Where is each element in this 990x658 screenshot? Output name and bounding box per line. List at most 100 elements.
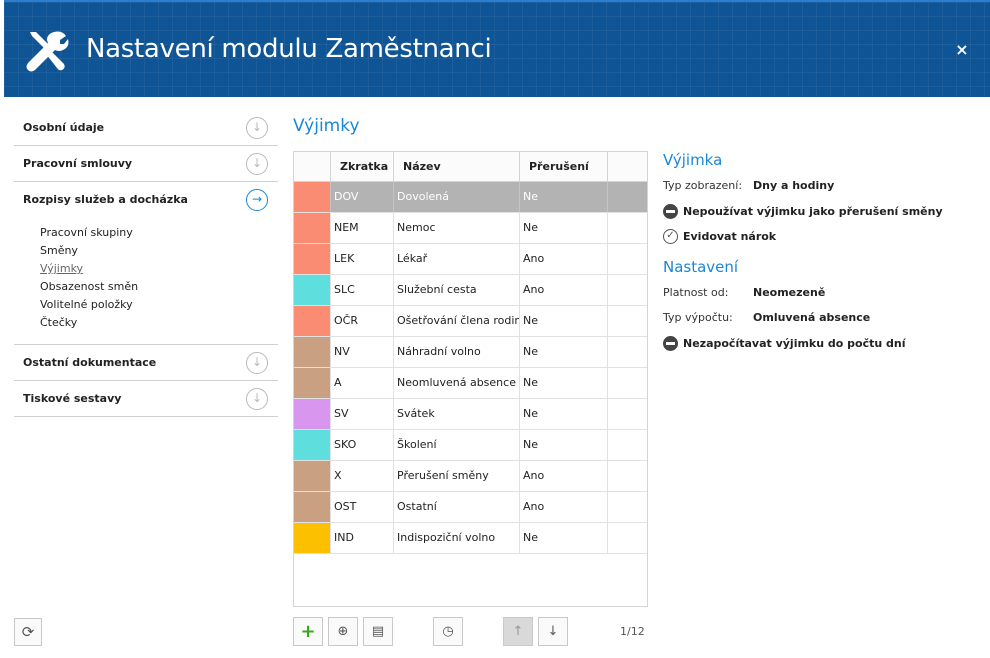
circle-arrow-down-icon: ↓ xyxy=(246,352,268,374)
color-swatch xyxy=(294,244,331,274)
color-swatch xyxy=(294,461,331,491)
table-row[interactable]: A Neomluvená absence Ne xyxy=(294,368,647,399)
color-swatch xyxy=(294,275,331,305)
cell-spacer xyxy=(608,306,647,336)
move-up-button[interactable]: ↑ xyxy=(503,617,533,646)
arrow-down-icon: ↓ xyxy=(547,624,559,639)
cell-code: LEK xyxy=(331,244,394,274)
column-header-code[interactable]: Zkratka xyxy=(331,152,394,181)
flag-claim-label: Evidovat nárok xyxy=(683,230,777,243)
cell-break: Ano xyxy=(520,461,608,491)
sidebar-item-rozpisy[interactable]: Rozpisy služeb a docházka → xyxy=(14,182,278,218)
flag-claim: ✓ Evidovat nárok xyxy=(663,229,983,244)
cell-spacer xyxy=(608,244,647,274)
table-row[interactable]: OST Ostatní Ano xyxy=(294,492,647,523)
cell-name: Neomluvená absence xyxy=(394,368,520,398)
table-row[interactable]: LEK Lékař Ano xyxy=(294,244,647,275)
table-row[interactable]: NV Náhradní volno Ne xyxy=(294,337,647,368)
valid-from-value: Neomezeně xyxy=(753,286,826,299)
cell-name: Náhradní volno xyxy=(394,337,520,367)
sidebar-item-osobni-udaje[interactable]: Osobní údaje ↓ xyxy=(14,110,278,146)
column-header-name[interactable]: Název xyxy=(394,152,520,181)
cell-break: Ne xyxy=(520,306,608,336)
cell-name: Svátek xyxy=(394,399,520,429)
valid-from-row: Platnost od: Neomezeně xyxy=(663,286,983,300)
cell-spacer xyxy=(608,399,647,429)
sidebar-subitems: Pracovní skupiny Směny Výjimky Obsazenos… xyxy=(14,218,278,345)
cell-spacer xyxy=(608,430,647,460)
cell-break: Ne xyxy=(520,213,608,243)
flag-no-break-label: Nepoužívat výjimku jako přerušení směny xyxy=(683,205,943,218)
cell-code: NEM xyxy=(331,213,394,243)
sidebar-item-ostatni-dokumentace[interactable]: Ostatní dokumentace ↓ xyxy=(14,345,278,381)
color-swatch xyxy=(294,306,331,336)
add-button[interactable]: + xyxy=(293,617,323,646)
detail-title-exception: Výjimka xyxy=(663,151,723,169)
valid-from-label: Platnost od: xyxy=(663,286,729,299)
color-swatch xyxy=(294,213,331,243)
minus-circle-icon xyxy=(663,204,678,219)
sidebar-item-label: Osobní údaje xyxy=(23,121,105,134)
cell-name: Indispoziční volno xyxy=(394,523,520,553)
display-type-row: Typ zobrazení: Dny a hodiny xyxy=(663,179,983,193)
clock-plus-icon: ⊕ xyxy=(337,624,349,639)
circle-arrow-down-icon: ↓ xyxy=(246,388,268,410)
document-icon: ▤ xyxy=(371,624,385,639)
title-bar: Nastavení modulu Zaměstnanci × xyxy=(4,0,990,97)
edit-button[interactable]: ▤ xyxy=(363,617,393,646)
column-header-break[interactable]: Přerušení xyxy=(520,152,608,181)
exceptions-table: Zkratka Název Přerušení DOV Dovolená Ne NEM… xyxy=(293,151,648,607)
cell-code: SV xyxy=(331,399,394,429)
sidebar-subitem-volitelne-polozky[interactable]: Volitelné položky xyxy=(40,296,278,314)
cell-name: Nemoc xyxy=(394,213,520,243)
table-row[interactable]: IND Indispoziční volno Ne xyxy=(294,523,647,554)
table-row[interactable]: SV Svátek Ne xyxy=(294,399,647,430)
cell-name: Lékař xyxy=(394,244,520,274)
color-swatch xyxy=(294,492,331,522)
add-time-button[interactable]: ⊕ xyxy=(328,617,358,646)
table-row[interactable]: SKO Školení Ne xyxy=(294,430,647,461)
sidebar: Osobní údaje ↓ Pracovní smlouvy ↓ Rozpis… xyxy=(14,110,278,417)
cell-code: SLC xyxy=(331,275,394,305)
refresh-button[interactable]: ⟳ xyxy=(14,618,42,646)
sidebar-subitem-smeny[interactable]: Směny xyxy=(40,242,278,260)
section-title: Výjimky xyxy=(293,116,360,136)
color-swatch xyxy=(294,523,331,553)
sidebar-item-pracovni-smlouvy[interactable]: Pracovní smlouvy ↓ xyxy=(14,146,278,182)
flag-no-days: Nezapočítavat výjimku do počtu dní xyxy=(663,336,983,351)
cell-name: Školení xyxy=(394,430,520,460)
cell-name: Dovolená xyxy=(394,182,520,212)
detail-panel: Výjimka Typ zobrazení: Dny a hodiny Nepo… xyxy=(663,151,983,361)
table-row[interactable]: NEM Nemoc Ne xyxy=(294,213,647,244)
cell-name: Ostatní xyxy=(394,492,520,522)
calc-type-row: Typ výpočtu: Omluvená absence xyxy=(663,311,983,325)
table-row[interactable]: DOV Dovolená Ne xyxy=(294,182,647,213)
page-title: Nastavení modulu Zaměstnanci xyxy=(86,34,492,64)
cell-break: Ano xyxy=(520,275,608,305)
flag-no-days-label: Nezapočítavat výjimku do počtu dní xyxy=(683,337,906,350)
cell-code: OČR xyxy=(331,306,394,336)
move-down-button[interactable]: ↓ xyxy=(538,617,568,646)
cell-break: Ne xyxy=(520,430,608,460)
close-button[interactable]: × xyxy=(952,40,972,60)
plus-icon: + xyxy=(300,621,316,642)
sidebar-subitem-obsazenost-smen[interactable]: Obsazenost směn xyxy=(40,278,278,296)
sidebar-item-label: Rozpisy služeb a docházka xyxy=(23,193,188,206)
sidebar-subitem-vyjimky[interactable]: Výjimky xyxy=(40,260,278,278)
cell-break: Ne xyxy=(520,399,608,429)
detail-title-settings: Nastavení xyxy=(663,258,739,276)
calc-type-label: Typ výpočtu: xyxy=(663,311,733,324)
sidebar-subitem-ctecky[interactable]: Čtečky xyxy=(40,314,278,332)
table-row[interactable]: SLC Služební cesta Ano xyxy=(294,275,647,306)
sidebar-item-tiskove-sestavy[interactable]: Tiskové sestavy ↓ xyxy=(14,381,278,417)
table-row[interactable]: OČR Ošetřování člena rodiny Ne xyxy=(294,306,647,337)
cell-spacer xyxy=(608,523,647,553)
sidebar-subitem-pracovni-skupiny[interactable]: Pracovní skupiny xyxy=(40,224,278,242)
cell-break: Ano xyxy=(520,492,608,522)
table-row[interactable]: X Přerušení směny Ano xyxy=(294,461,647,492)
cell-spacer xyxy=(608,368,647,398)
cell-name: Přerušení směny xyxy=(394,461,520,491)
column-header-color xyxy=(294,152,331,181)
history-button[interactable]: ◷ xyxy=(433,617,463,646)
circle-arrow-down-icon: ↓ xyxy=(246,117,268,139)
